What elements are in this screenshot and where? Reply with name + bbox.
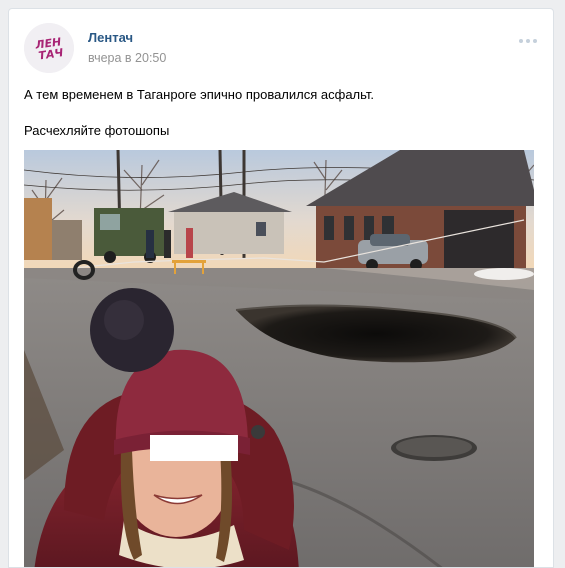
post-photo[interactable] [24, 150, 534, 567]
more-horizontal-icon[interactable] [517, 33, 539, 43]
post-text-line: А тем временем в Таганроге эпично провал… [24, 87, 375, 102]
lentach-logo: ЛЕН ТАЧ [24, 23, 74, 73]
author-name[interactable]: Лентач [88, 30, 133, 45]
post-time[interactable]: вчера в 20:50 [88, 51, 166, 65]
post-text: А тем временем в Таганроге эпично провал… [24, 86, 534, 140]
post-text-line: Расчехляйте фотошопы [24, 123, 170, 138]
avatar[interactable]: ЛЕН ТАЧ [24, 23, 74, 73]
post-card: ЛЕН ТАЧ Лентач вчера в 20:50 А тем време… [8, 8, 554, 568]
